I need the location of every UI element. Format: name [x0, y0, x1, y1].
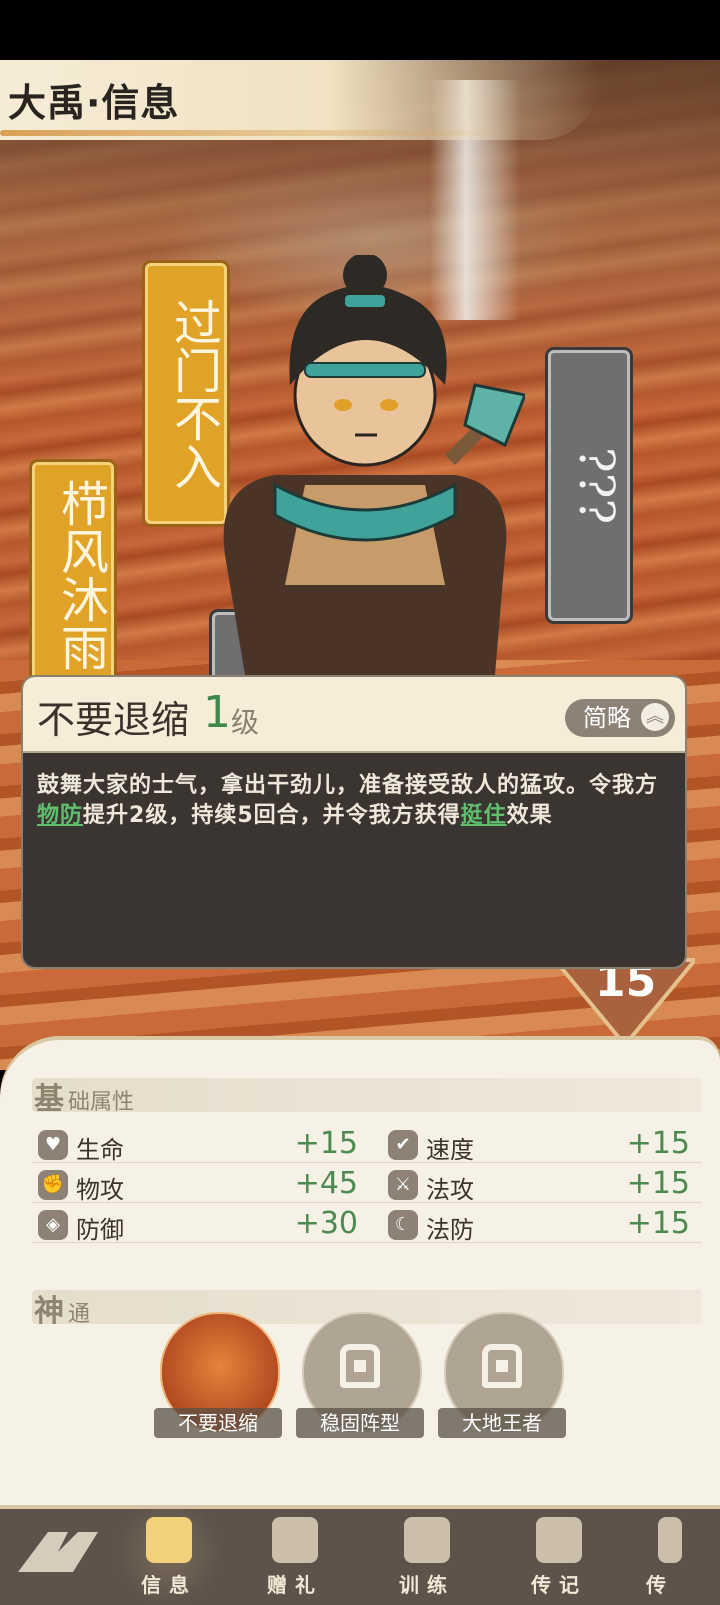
power-slot-1[interactable]: 不要退缩 [154, 1312, 282, 1438]
stat-magic-attack: ⚔ 法攻 +15 [388, 1166, 690, 1206]
skill-description: 鼓舞大家的士气，拿出干劲儿，准备接受敌人的猛攻。令我方物防提升2级，持续5回合，… [23, 753, 685, 849]
power-label: 不要退缩 [154, 1408, 282, 1438]
stat-label: 物攻 [76, 1176, 124, 1204]
stat-value: +45 [294, 1166, 358, 1201]
stat-value: +15 [626, 1206, 690, 1241]
stat-label: 防御 [76, 1216, 124, 1244]
skill-level-unit: 级 [231, 706, 260, 739]
basic-attributes-header: 基 础属性 [32, 1078, 702, 1117]
boot-icon: ✔ [388, 1130, 418, 1160]
tab-train[interactable]: 训练 [372, 1509, 482, 1605]
status-bar [0, 0, 720, 60]
skill-header: 不要退缩 1 级 简略 ︽ [23, 677, 685, 753]
chevron-up-icon: ︽ [641, 703, 669, 731]
power-label: 稳固阵型 [296, 1408, 424, 1438]
lock-icon [482, 1344, 522, 1388]
stat-value: +15 [626, 1126, 690, 1161]
tab-gift[interactable]: 赠礼 [240, 1509, 350, 1605]
stat-physical-attack: ✊ 物攻 +45 [38, 1166, 358, 1206]
power-label: 大地王者 [438, 1408, 566, 1438]
tab-label: 传 [646, 1573, 674, 1597]
tab-biography[interactable]: 传记 [504, 1509, 614, 1605]
desc-text-2: 提升2级，持续5回合，并令我方获得 [83, 803, 461, 828]
tab-more[interactable]: 传 [620, 1509, 720, 1605]
skill-level: 1 [203, 687, 231, 738]
heart-icon: ♥ [38, 1130, 68, 1160]
back-logo-icon[interactable] [18, 1527, 98, 1577]
stat-label: 法攻 [426, 1176, 474, 1204]
scroll-icon [536, 1517, 582, 1563]
page-title: 大禹·信息 [8, 81, 180, 125]
stat-label: 生命 [76, 1136, 124, 1164]
skill-name: 不要退缩 [37, 698, 190, 742]
lock-icon [340, 1344, 380, 1388]
stat-speed: ✔ 速度 +15 [388, 1126, 690, 1166]
section-initial: 基 [34, 1082, 64, 1117]
stat-value: +30 [294, 1206, 358, 1241]
stat-value: +15 [294, 1126, 358, 1161]
stat-magic-defense: ☾ 法防 +15 [388, 1206, 690, 1246]
hero-character [205, 253, 528, 675]
tab-label: 传记 [531, 1573, 587, 1597]
stat-hp: ♥ 生命 +15 [38, 1126, 358, 1166]
crossed-swords-icon [404, 1517, 450, 1563]
desc-text-1: 鼓舞大家的士气，拿出干劲儿，准备接受敌人的猛攻。令我方 [37, 773, 659, 798]
stat-defense: ◈ 防御 +30 [38, 1206, 358, 1246]
section-title: 通 [68, 1302, 91, 1327]
desc-text-3: 效果 [506, 803, 553, 828]
keyword-endure[interactable]: 挺住 [461, 803, 507, 828]
sword-icon: ⚔ [388, 1170, 418, 1200]
keyword-physical-defense[interactable]: 物防 [37, 803, 83, 828]
tab-label: 训练 [399, 1573, 455, 1597]
skill-detail-popup: 不要退缩 1 级 简略 ︽ 鼓舞大家的士气，拿出干劲儿，准备接受敌人的猛攻。令我… [21, 675, 687, 969]
gift-icon [272, 1517, 318, 1563]
claw-icon: ✊ [38, 1170, 68, 1200]
stat-label: 速度 [426, 1136, 474, 1164]
tab-info[interactable]: 信息 [114, 1509, 224, 1605]
hero-illustration [223, 253, 528, 675]
stat-label: 法防 [426, 1216, 474, 1244]
trait-tag-2[interactable]: 栉风沐雨 [32, 462, 114, 688]
brief-label: 简略 [583, 704, 631, 732]
section-initial: 神 [34, 1294, 64, 1329]
trait-tag-unknown[interactable]: ??? [548, 350, 630, 621]
bottom-navigation: 信息 赠礼 训练 传记 传 [0, 1505, 720, 1605]
power-slot-2[interactable]: 稳固阵型 [296, 1312, 424, 1438]
power-slot-3[interactable]: 大地王者 [438, 1312, 566, 1438]
moon-icon: ☾ [388, 1210, 418, 1240]
more-icon [658, 1517, 682, 1563]
tab-label: 信息 [141, 1573, 197, 1597]
brief-toggle-button[interactable]: 简略 ︽ [565, 699, 675, 737]
section-title: 础属性 [68, 1090, 135, 1115]
shield-icon: ◈ [38, 1210, 68, 1240]
id-card-icon [146, 1517, 192, 1563]
stat-value: +15 [626, 1166, 690, 1201]
tab-label: 赠礼 [267, 1573, 323, 1597]
